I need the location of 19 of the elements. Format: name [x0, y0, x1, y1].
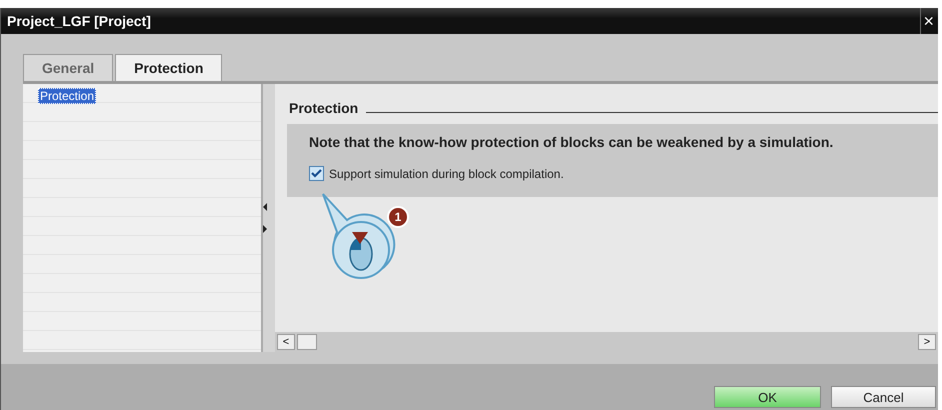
checkbox-label: Support simulation during block compilation. [329, 166, 564, 180]
scroll-left-button[interactable]: < [277, 334, 295, 350]
collapse-left-icon[interactable] [263, 203, 267, 211]
expand-right-icon[interactable] [263, 225, 267, 233]
checkbox[interactable] [309, 166, 324, 181]
window-title: Project_LGF [Project] [7, 13, 151, 29]
checkmark-icon [311, 169, 322, 178]
scroll-thumb[interactable] [297, 334, 317, 350]
note-text: Note that the know-how protection of blocks can be weakened by a simulation. [309, 134, 834, 150]
horizontal-scrollbar[interactable]: < > [275, 332, 938, 352]
step-badge: 1 [387, 206, 409, 228]
scroll-right-button[interactable]: > [918, 334, 936, 350]
nav-item[interactable]: Protection [38, 88, 96, 104]
cancel-button[interactable]: Cancel [831, 386, 936, 408]
close-button[interactable]: × [920, 8, 936, 34]
tab[interactable]: Protection [115, 54, 222, 81]
ok-button[interactable]: OK [714, 386, 821, 408]
section-title: Protection [289, 100, 358, 116]
tab[interactable]: General [23, 54, 114, 81]
